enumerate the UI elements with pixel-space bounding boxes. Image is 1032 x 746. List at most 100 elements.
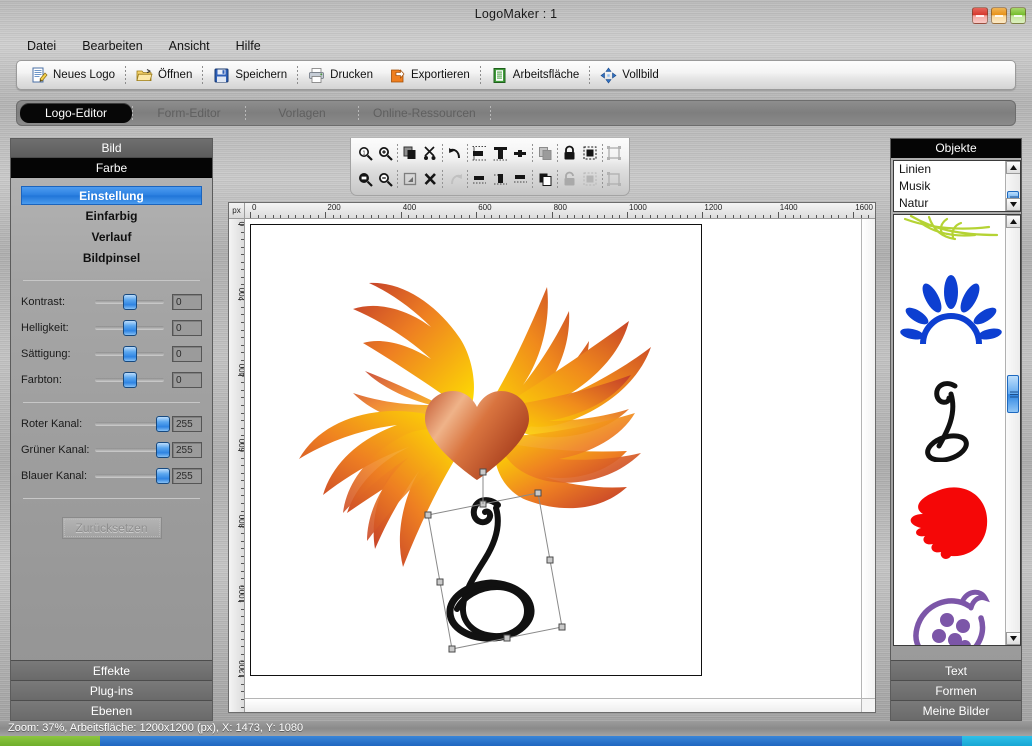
canvas-horizontal-scrollbar[interactable]	[245, 698, 861, 712]
vertical-ruler[interactable]: 020040060080010001200	[229, 219, 245, 712]
ungroup-icon[interactable]	[580, 168, 600, 192]
tab-form-editor[interactable]: Form-Editor	[133, 103, 245, 123]
blue-channel-value[interactable]: 255	[172, 468, 202, 484]
objects-scroll-thumb[interactable]	[1007, 375, 1019, 413]
minimize-button[interactable]	[972, 7, 988, 24]
align-bottom-icon[interactable]	[510, 168, 530, 192]
slider-thumb[interactable]	[156, 416, 170, 432]
menu-item-hilfe[interactable]: Hilfe	[223, 36, 274, 56]
scroll-down-icon[interactable]	[1006, 198, 1021, 211]
mode-verlauf[interactable]: Verlauf	[21, 228, 202, 247]
menu-item-ansicht[interactable]: Ansicht	[156, 36, 223, 56]
menu-item-datei[interactable]: Datei	[14, 36, 69, 56]
footer-button-text[interactable]: Text	[891, 660, 1021, 680]
menu-item-bearbeiten[interactable]: Bearbeiten	[69, 36, 155, 56]
saturation-value[interactable]: 0	[172, 346, 202, 362]
align-center-h-icon[interactable]	[490, 142, 510, 166]
category-musik[interactable]: Musik	[894, 178, 1020, 195]
slider-row-helligkeit: Helligkeit: 0	[21, 317, 202, 338]
slider-thumb[interactable]	[156, 442, 170, 458]
hue-value[interactable]: 0	[172, 372, 202, 388]
duplicate-icon[interactable]	[400, 142, 420, 166]
align-left-icon[interactable]	[470, 142, 490, 166]
footer-button-effekte[interactable]: Effekte	[11, 660, 212, 680]
zoom-in-icon[interactable]	[375, 142, 395, 166]
close-button[interactable]	[1010, 7, 1026, 24]
tab-logo-editor[interactable]: Logo-Editor	[20, 103, 132, 123]
align-right-icon[interactable]	[510, 142, 530, 166]
toolbar-button-canvas[interactable]: Arbeitsfläche	[483, 63, 587, 87]
zoom-actual-icon[interactable]: 1	[355, 142, 375, 166]
cut-icon[interactable]	[420, 142, 440, 166]
brightness-slider[interactable]	[95, 317, 164, 338]
objects-scroll-up-icon[interactable]	[1006, 215, 1021, 228]
green-channel-value[interactable]: 255	[172, 442, 202, 458]
toolbar-button-new-logo[interactable]: Neues Logo	[23, 63, 123, 87]
contrast-value[interactable]: 0	[172, 294, 202, 310]
mode-bildpinsel[interactable]: Bildpinsel	[21, 249, 202, 268]
object-list-scrollbar[interactable]	[1005, 215, 1020, 645]
footer-button-formen[interactable]: Formen	[891, 680, 1021, 700]
selected-swirl-ornament[interactable]	[450, 500, 531, 638]
toolbar-button-open[interactable]: Öffnen	[128, 63, 200, 87]
object-category-list[interactable]: Linien Musik Natur Ornamente Flugzeuge	[893, 160, 1021, 212]
saturation-slider[interactable]	[95, 343, 164, 364]
undo-icon[interactable]	[445, 142, 465, 166]
toolbar-button-export[interactable]: Exportieren	[381, 63, 478, 87]
maximize-button[interactable]	[991, 7, 1007, 24]
thumbnail-red-blob-ornament[interactable]	[894, 471, 1007, 575]
toolbar-button-print[interactable]: Drucken	[300, 63, 381, 87]
align-top-icon[interactable]	[470, 168, 490, 192]
category-natur[interactable]: Natur	[894, 195, 1020, 212]
delete-x-icon[interactable]	[420, 168, 440, 192]
object-thumbnail-list[interactable]	[893, 214, 1021, 646]
footer-button-ebenen[interactable]: Ebenen	[11, 700, 212, 720]
transform-icon[interactable]	[605, 142, 625, 166]
thumbnail-blue-sunburst-ornament[interactable]	[894, 263, 1007, 367]
red-channel-value[interactable]: 255	[172, 416, 202, 432]
horizontal-ruler[interactable]: 02004006008001000120014001600	[245, 203, 875, 219]
footer-button-meine-bilder[interactable]: Meine Bilder	[891, 700, 1021, 720]
thumbnail-green-grass-ornament[interactable]	[894, 215, 1007, 263]
slider-thumb[interactable]	[123, 372, 137, 388]
canvas-vertical-scrollbar[interactable]	[861, 219, 875, 698]
category-linien[interactable]: Linien	[894, 161, 1020, 178]
zoom-fit-icon[interactable]	[355, 168, 375, 192]
scroll-up-icon[interactable]	[1006, 161, 1021, 174]
red-channel-slider[interactable]	[95, 413, 164, 434]
brightness-value[interactable]: 0	[172, 320, 202, 336]
green-channel-slider[interactable]	[95, 439, 164, 460]
bring-forward-icon[interactable]	[535, 142, 555, 166]
redo-icon[interactable]	[445, 168, 465, 192]
group-icon[interactable]	[580, 142, 600, 166]
tab-vorlagen[interactable]: Vorlagen	[246, 103, 358, 123]
thumbnail-purple-grapes-ornament[interactable]	[894, 575, 1007, 646]
transform-free-icon[interactable]	[605, 168, 625, 192]
logo-artwork[interactable]	[251, 225, 703, 677]
blue-channel-slider[interactable]	[95, 465, 164, 486]
canvas-viewport[interactable]	[245, 219, 861, 698]
paste-icon[interactable]	[400, 168, 420, 192]
objects-scroll-down-icon[interactable]	[1006, 632, 1021, 645]
tab-online-ressourcen[interactable]: Online-Ressourcen	[359, 103, 490, 123]
mode-einstellung[interactable]: Einstellung	[21, 186, 202, 205]
slider-thumb[interactable]	[156, 468, 170, 484]
lock-closed-icon[interactable]	[560, 142, 580, 166]
send-backward-icon[interactable]	[535, 168, 555, 192]
artboard[interactable]	[250, 224, 702, 676]
zoom-out-icon[interactable]	[375, 168, 395, 192]
hue-slider[interactable]	[95, 369, 164, 390]
reset-button[interactable]: Zurücksetzen	[62, 517, 162, 539]
toolbar-button-fullscreen[interactable]: Vollbild	[592, 63, 666, 87]
slider-thumb[interactable]	[123, 346, 137, 362]
slider-thumb[interactable]	[123, 294, 137, 310]
category-scrollbar[interactable]	[1005, 161, 1020, 211]
toolbar-button-save[interactable]: Speichern	[205, 63, 295, 87]
mode-einfarbig[interactable]: Einfarbig	[21, 207, 202, 226]
footer-button-plugins[interactable]: Plug-ins	[11, 680, 212, 700]
align-center-v-icon[interactable]	[490, 168, 510, 192]
contrast-slider[interactable]	[95, 291, 164, 312]
thumbnail-black-swirl-ornament[interactable]	[894, 367, 1007, 471]
lock-open-icon[interactable]	[560, 168, 580, 192]
slider-thumb[interactable]	[123, 320, 137, 336]
